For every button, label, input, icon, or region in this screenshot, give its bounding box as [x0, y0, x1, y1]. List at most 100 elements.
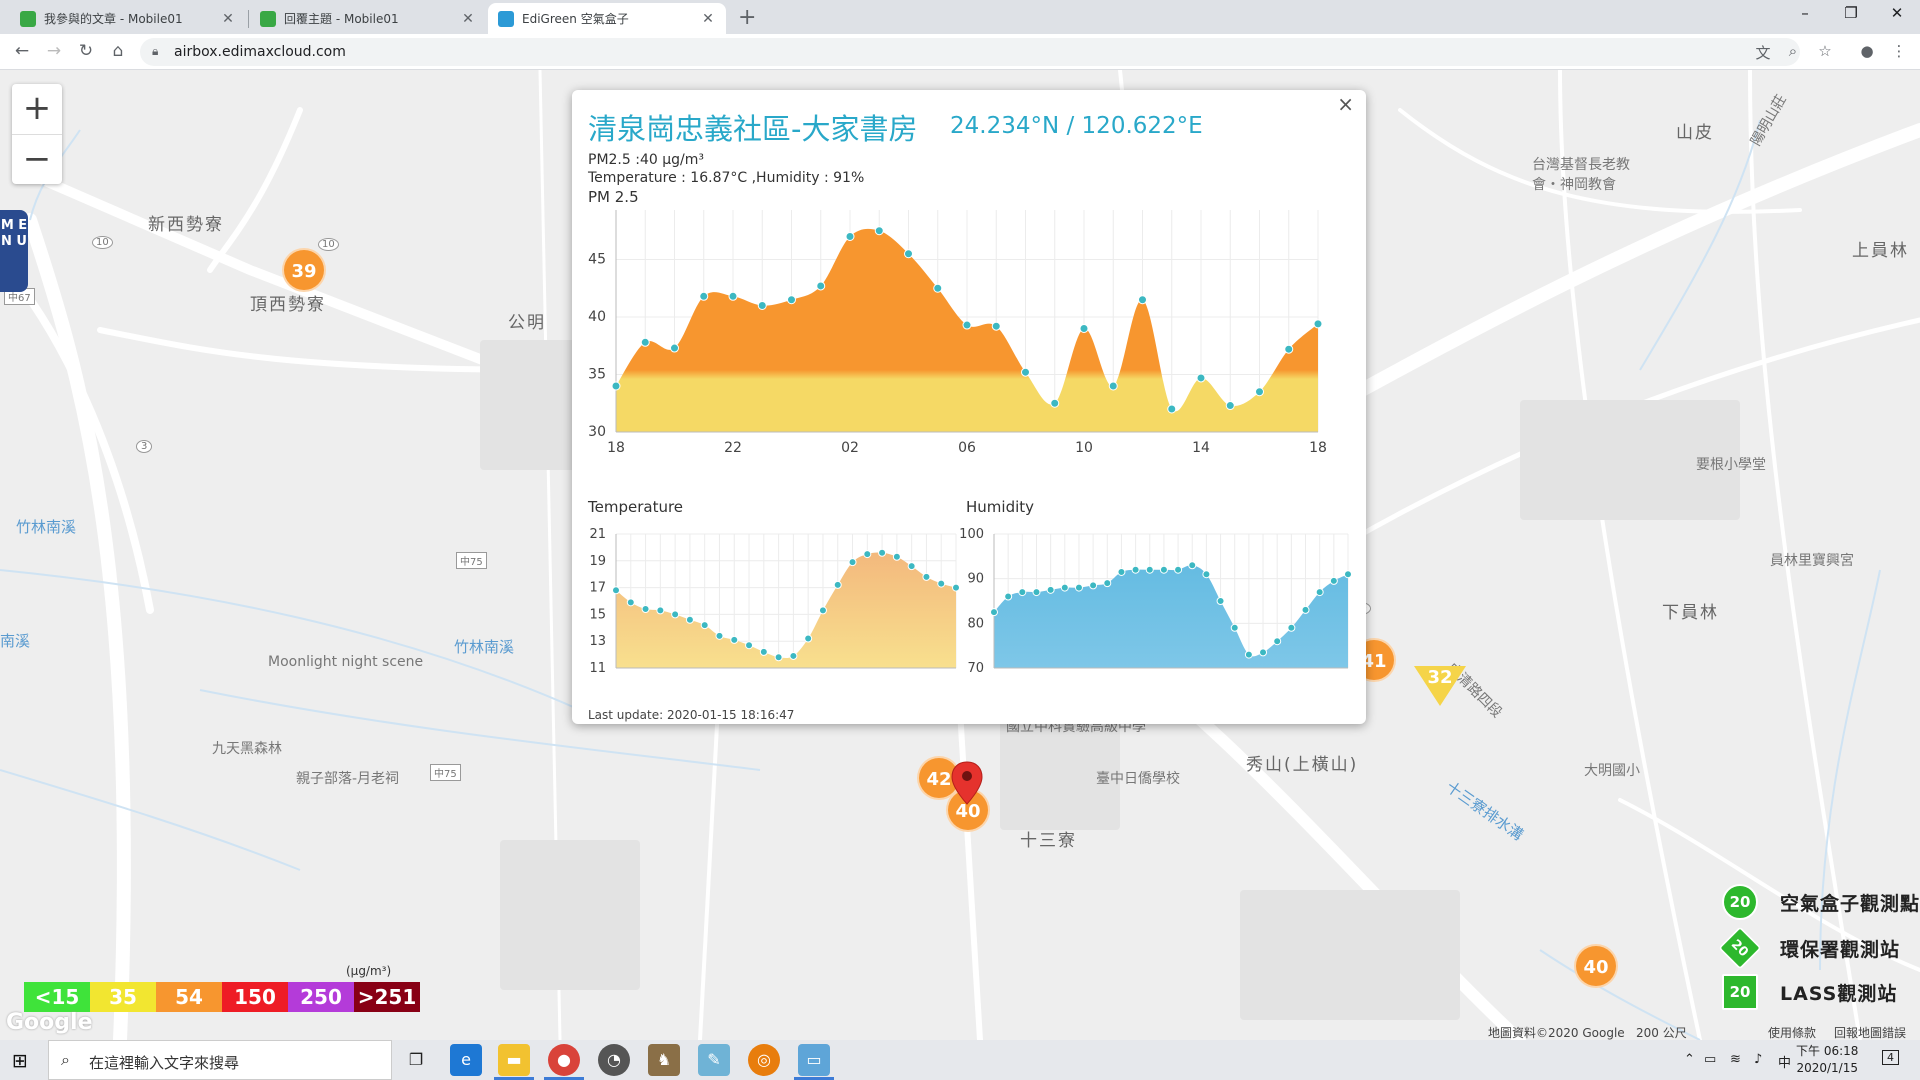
y-tick-label: 80 [967, 616, 984, 631]
data-point [641, 605, 650, 614]
station-info-popup: × 清泉崗忠義社區-大家書房 24.234°N / 120.622°E PM2.… [572, 90, 1366, 724]
app-gimp-icon[interactable]: ♞ [648, 1044, 680, 1076]
y-tick-label: 21 [589, 527, 606, 542]
data-point [1108, 381, 1118, 391]
app-feather-icon[interactable]: ✎ [698, 1044, 730, 1076]
data-point [759, 647, 768, 656]
map-report-link[interactable]: 回報地圖錯誤 [1834, 1024, 1906, 1040]
data-point [892, 552, 901, 561]
data-point [1089, 581, 1098, 590]
notification-icon[interactable]: 4 [1882, 1050, 1899, 1065]
ime-indicator[interactable]: 中 [1778, 1052, 1791, 1071]
taskbar-search-box[interactable]: ⌕ 在這裡輸入文字來搜尋 [48, 1040, 392, 1080]
data-point [874, 226, 884, 236]
tab-divider [248, 10, 249, 28]
close-window-button[interactable]: ✕ [1874, 4, 1920, 22]
pm25-chart: 303540455018220206101418 [588, 210, 1327, 456]
data-point [715, 631, 724, 640]
minimize-button[interactable]: – [1782, 4, 1828, 22]
tab-close-icon[interactable]: ✕ [460, 11, 476, 27]
y-tick-label: 19 [589, 554, 606, 569]
windows-taskbar: ⊞ ⌕ 在這裡輸入文字來搜尋 ❐ e ▬ ● ◔ ♞ ✎ ◎ ▭ ⌃ ▭ ≋ ♪… [0, 1040, 1920, 1080]
popup-close-button[interactable]: × [1337, 92, 1354, 116]
home-icon[interactable]: ⌂ [106, 41, 130, 61]
data-point [656, 606, 665, 615]
map-label-xiayuanlin: 下員林 [1662, 603, 1719, 623]
windows-start-icon[interactable]: ⊞ [12, 1050, 28, 1072]
app-blender-icon[interactable]: ◎ [748, 1044, 780, 1076]
station-type-label: 環保署觀測站 [1780, 938, 1901, 961]
zoom-icon[interactable]: ⌕ [1782, 42, 1804, 60]
zoom-out-button[interactable]: − [12, 134, 62, 184]
map-terms-link[interactable]: 使用條款 [1768, 1024, 1816, 1040]
station-type-airbox[interactable]: 20 空氣盒子觀測點 [1722, 884, 1920, 920]
tab-strip: 我參與的文章 - Mobile01 ✕ 回覆主題 - Mobile01 ✕ Ed… [0, 0, 1920, 34]
selected-location-pin-icon[interactable] [950, 760, 984, 806]
data-point [1284, 344, 1294, 354]
search-placeholder: 在這裡輸入文字來搜尋 [89, 1054, 240, 1072]
station-type-lass[interactable]: 20 LASS觀測站 [1722, 974, 1897, 1010]
translate-icon[interactable]: 文 [1752, 42, 1774, 63]
app-clock-icon[interactable]: ◔ [598, 1044, 630, 1076]
profile-icon[interactable]: ● [1856, 42, 1878, 60]
y-tick-label: 13 [589, 634, 606, 649]
tab-mobile01-articles[interactable]: 我參與的文章 - Mobile01 ✕ [10, 3, 246, 34]
new-tab-button[interactable]: + [738, 5, 756, 30]
menu-tab-button[interactable]: M E N U [0, 210, 28, 292]
data-point [1230, 623, 1239, 632]
station-type-label: 空氣盒子觀測點 [1780, 892, 1920, 915]
series-area [616, 552, 956, 668]
y-tick-label: 15 [589, 607, 606, 622]
station-type-epa[interactable]: 20 環保署觀測站 [1718, 926, 1901, 970]
x-tick-label: 18 [607, 440, 625, 456]
airbox-station-icon: 20 [1722, 884, 1758, 920]
system-clock[interactable]: 下午 06:18 2020/1/15 [1796, 1043, 1858, 1077]
address-bar[interactable]: 🔒︎ airbox.edimaxcloud.com [140, 38, 1800, 66]
edge-icon[interactable]: e [450, 1044, 482, 1076]
map-scale[interactable]: 200 公尺 [1636, 1024, 1687, 1040]
map-canvas[interactable]: 新西勢寮 頂西勢寮 公明 山皮 上員林 下員林 秀山(上橫山) 台灣基督長老教會… [0, 70, 1920, 1040]
tab-close-icon[interactable]: ✕ [700, 11, 716, 27]
data-point [700, 621, 709, 630]
forward-arrow-icon[interactable]: → [42, 41, 66, 61]
zoom-in-button[interactable]: + [12, 84, 62, 134]
map-label-dingxi: 頂西勢寮 [250, 295, 326, 315]
airbox-marker[interactable]: 40 [1574, 944, 1618, 988]
url-text[interactable]: airbox.edimaxcloud.com [174, 44, 346, 60]
humidity-chart: 70 80 90 100 [959, 527, 1352, 672]
data-point [922, 572, 931, 581]
tab-edigreen[interactable]: EdiGreen 空氣盒子 ✕ [488, 3, 726, 34]
data-point [907, 562, 916, 571]
chrome-icon[interactable]: ● [548, 1044, 580, 1076]
bookmark-star-icon[interactable]: ☆ [1814, 42, 1836, 60]
data-point [789, 651, 798, 660]
network-icon[interactable]: ≋ [1730, 1052, 1741, 1067]
task-view-icon[interactable]: ❐ [400, 1044, 432, 1076]
tab-close-icon[interactable]: ✕ [220, 11, 236, 27]
back-arrow-icon[interactable]: ← [10, 41, 34, 61]
airbox-marker[interactable]: 39 [282, 248, 326, 292]
zoom-controls: + − [12, 84, 62, 184]
data-point [1117, 567, 1126, 576]
y-tick-label: 35 [588, 367, 606, 383]
x-tick-label: 18 [1309, 440, 1327, 456]
map-label-taichung-school: 臺中日僑學校 [1096, 771, 1180, 787]
reload-icon[interactable]: ↻ [74, 41, 98, 61]
file-explorer-icon[interactable]: ▬ [498, 1044, 530, 1076]
data-point [626, 598, 635, 607]
y-tick-label: 90 [967, 572, 984, 587]
map-label-shisanliao: 十三寮 [1020, 831, 1077, 851]
data-point [1032, 588, 1041, 597]
tray-up-arrow-icon[interactable]: ⌃ [1684, 1052, 1695, 1067]
mobile01-favicon-icon [20, 10, 36, 27]
battery-icon[interactable]: ▭ [1704, 1052, 1716, 1067]
road-sign-75-a: 中75 [456, 552, 487, 569]
maximize-button[interactable]: ❐ [1828, 4, 1874, 22]
app-window-icon[interactable]: ▭ [798, 1044, 830, 1076]
more-menu-icon[interactable]: ⋮ [1888, 42, 1910, 60]
map-label-gongming: 公明 [508, 313, 546, 333]
data-point [670, 343, 679, 353]
tab-mobile01-reply[interactable]: 回覆主題 - Mobile01 ✕ [250, 3, 486, 34]
volume-icon[interactable]: ♪ [1754, 1052, 1762, 1067]
data-point [816, 281, 826, 291]
